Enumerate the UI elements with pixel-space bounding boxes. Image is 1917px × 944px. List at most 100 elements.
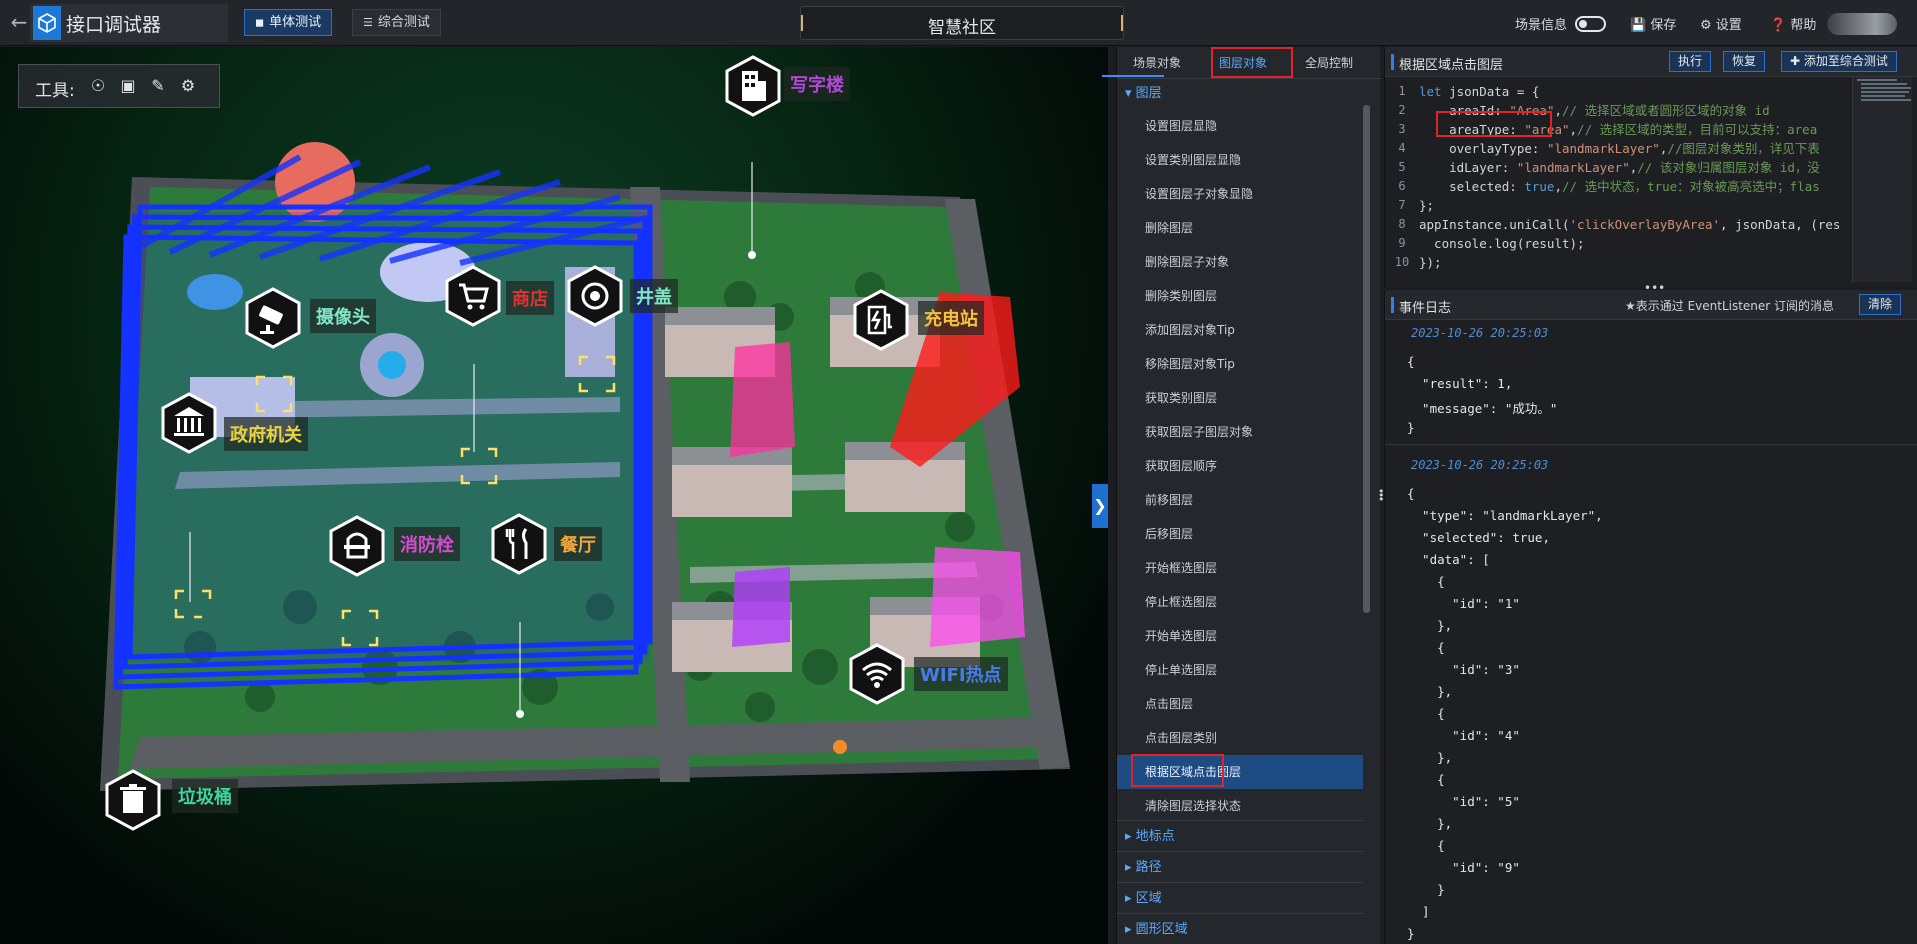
api-item[interactable]: 停止单选图层 [1117,653,1363,687]
group-header-landmark[interactable]: ▸ 地标点 [1117,820,1363,851]
log-line: "selected": true, [1407,530,1550,545]
poi-fire-hydrant[interactable] [328,515,386,581]
api-item[interactable]: 清除图层选择状态 [1117,789,1363,823]
group-header-layer[interactable]: ▾ 图层 [1117,79,1363,109]
code-minimap[interactable] [1852,77,1912,282]
code-title: 根据区域点击图层 [1399,58,1504,73]
marker-dot [833,740,847,754]
header-accent-bar [1391,297,1394,313]
save-button[interactable]: 💾 保存 [1630,14,1676,33]
group-header-path[interactable]: ▸ 路径 [1117,851,1363,882]
code-area[interactable]: 1 let jsonData = {2 areaId: "Area",// 选择区… [1385,77,1917,283]
log-line: "message": "成功。" [1407,401,1558,416]
poi-anchor [748,251,756,259]
poi-office-building[interactable] [724,55,782,121]
api-item[interactable]: 移除图层对象Tip [1117,347,1363,381]
api-item[interactable]: 设置图层显隐 [1117,109,1363,143]
layers-icon: ☰ [363,16,373,29]
add-to-integrated-test-button[interactable]: ✚ 添加至综合测试 [1781,51,1897,72]
poi-shop[interactable] [444,265,502,331]
poi-label-shop: 商店 [506,281,554,315]
log-line: "id": "9" [1407,860,1520,875]
api-item[interactable]: 停止框选图层 [1117,585,1363,619]
api-item[interactable]: 获取图层子图层对象 [1117,415,1363,449]
code-editor-panel: 根据区域点击图层 执行 恢复 ✚ 添加至综合测试 1 let jsonData =… [1384,47,1917,287]
run-button[interactable]: 执行 [1669,51,1712,72]
api-item[interactable]: 点击图层类别 [1117,721,1363,755]
api-item[interactable]: 前移图层 [1117,483,1363,517]
code-token: jsonData = { [1449,84,1540,99]
shopping-cart-icon [445,265,501,327]
api-item[interactable]: 后移图层 [1117,517,1363,551]
code-line: 5 idLayer: "landmarkLayer",// 该对象归属图层对象 … [1385,158,1855,177]
user-avatar-slider[interactable] [1827,13,1897,35]
event-log-note: ★表示通过 EventListener 订阅的消息 [1625,299,1835,313]
scene-info-toggle[interactable] [1575,16,1606,32]
mode-integrated-test-button[interactable]: ☰ 综合测试 [352,9,441,36]
poi-anchor [516,710,524,718]
code-token: }); [1419,255,1442,270]
help-icon: ❓ [1770,18,1787,33]
api-item[interactable]: 点击图层 [1117,687,1363,721]
line-number: 3 [1398,122,1406,136]
api-item[interactable]: 开始框选图层 [1117,551,1363,585]
panel-collapse-toggle[interactable]: ❯ [1092,484,1108,528]
caret-right-icon: ▸ [1125,860,1132,875]
caret-right-icon: ▸ [1125,829,1132,844]
code-line: 9 console.log(result); [1385,234,1855,253]
api-item[interactable]: 删除图层 [1117,211,1363,245]
group-header-circle-region[interactable]: ▸ 圆形区域 [1117,913,1363,944]
api-item[interactable]: 获取图层顺序 [1117,449,1363,483]
caret-right-icon: ▸ [1125,922,1132,937]
tab-layer-objects[interactable]: 图层对象 [1203,47,1283,79]
poi-government[interactable] [160,392,218,458]
api-list-scrollbar[interactable] [1363,105,1370,613]
code-token: , [1554,179,1562,194]
poi-restaurant[interactable] [490,513,548,579]
code-token: areaType: [1419,122,1525,137]
code-token: areaId: [1419,103,1510,118]
mode-single-test-button[interactable]: ◼ 单体测试 [244,9,333,36]
api-item[interactable]: 根据区域点击图层 [1117,755,1363,789]
api-item[interactable]: 开始单选图层 [1117,619,1363,653]
poi-wifi[interactable] [848,643,906,709]
poi-trash-bin[interactable] [104,769,162,835]
help-button[interactable]: ❓ 帮助 [1770,14,1816,33]
log-line: { [1407,574,1445,589]
code-token: // 选择区域或者圆形区域的对象 id [1562,103,1770,118]
plus-icon: ✚ [1790,54,1801,68]
api-item[interactable]: 删除类别图层 [1117,279,1363,313]
log-line: { [1407,838,1445,853]
clear-log-button[interactable]: 清除 [1859,294,1902,315]
api-item[interactable]: 设置图层子对象显隐 [1117,177,1363,211]
scene-viewport[interactable]: 工具: ☉ ▣ ✎ ⚙ 写字楼 摄像头 商店 井盖 充电站 政府机关 消防栓 餐… [0,47,1108,944]
poi-camera[interactable] [244,287,302,353]
tab-global-control[interactable]: 全局控制 [1289,47,1369,79]
minimap-line [1861,99,1911,101]
poi-manhole[interactable] [566,265,624,331]
api-item[interactable]: 添加图层对象Tip [1117,313,1363,347]
restore-button[interactable]: 恢复 [1723,51,1766,72]
pen-icon[interactable]: ✎ [147,75,169,97]
gears-icon[interactable]: ⚙ [177,75,199,97]
api-item[interactable]: 获取类别图层 [1117,381,1363,415]
frame-select-icon[interactable]: ▣ [117,75,139,97]
poi-label-charging: 充电站 [918,301,984,335]
code-text: areaType: "area",// 选择区域的类型，目前可以支持：area [1419,120,1817,139]
log-line: "id": "4" [1407,728,1520,743]
code-token: // 选择区域的类型，目前可以支持：area [1577,122,1818,137]
settings-button[interactable]: ⚙ 设置 [1700,14,1742,33]
trash-bin-icon [105,769,161,831]
locate-icon[interactable]: ☉ [87,75,109,97]
back-arrow-icon[interactable]: ← [8,10,30,34]
group-header-region[interactable]: ▸ 区域 [1117,882,1363,913]
line-number: 5 [1398,160,1406,174]
log-line: } [1407,882,1445,897]
log-line: { [1407,640,1445,655]
api-item[interactable]: 删除图层子对象 [1117,245,1363,279]
poi-charging-station[interactable] [852,289,910,355]
api-item[interactable]: 设置类别图层显隐 [1117,143,1363,177]
code-text: }; [1419,196,1434,215]
code-header: 根据区域点击图层 执行 恢复 ✚ 添加至综合测试 [1385,47,1917,77]
poi-label-restaurant: 餐厅 [554,527,602,561]
